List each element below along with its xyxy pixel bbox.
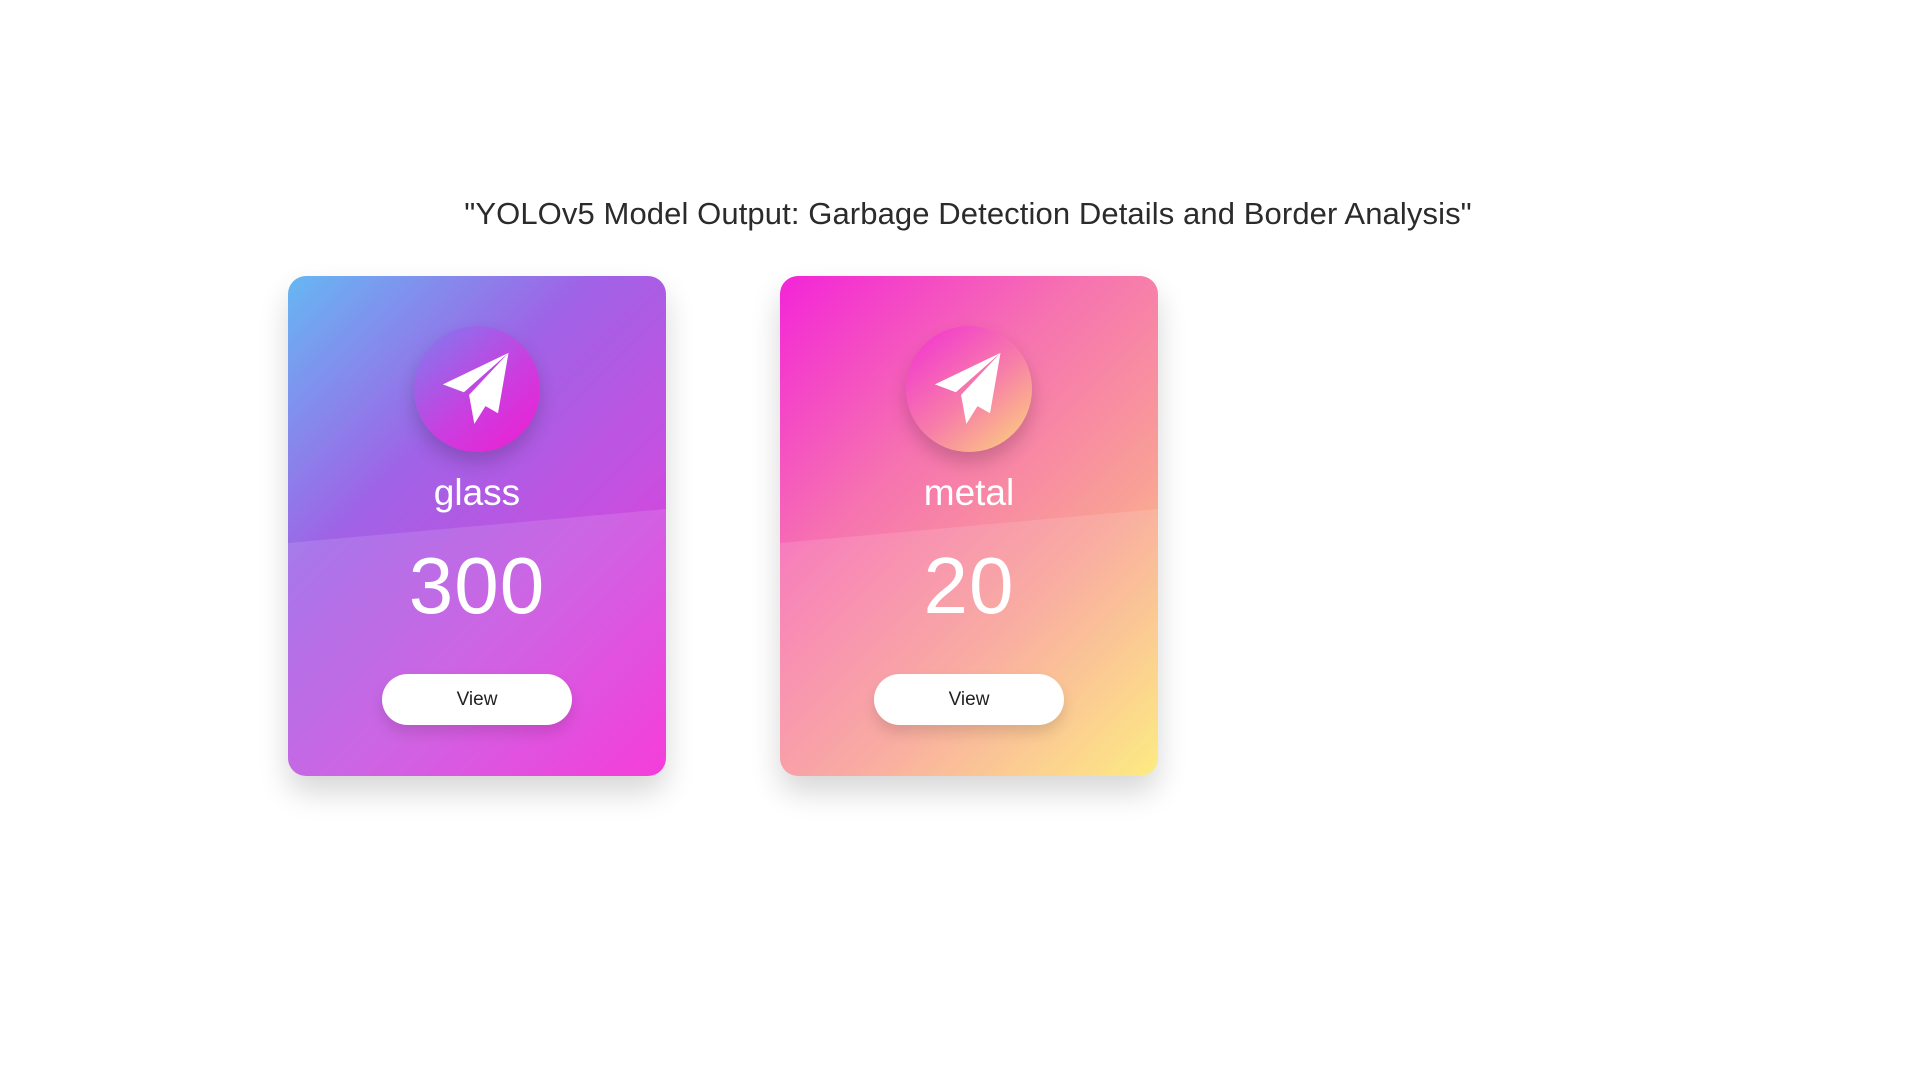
- view-button-glass[interactable]: View: [382, 674, 572, 725]
- card-grid: glass 300 View metal 20 View: [0, 0, 1920, 1080]
- category-card-glass: glass 300 View: [288, 276, 666, 776]
- page: "YOLOv5 Model Output: Garbage Detection …: [0, 0, 1920, 1080]
- card-icon-badge: [414, 326, 540, 452]
- card-icon-badge: [906, 326, 1032, 452]
- card-count-value: 300: [408, 541, 546, 630]
- view-button-metal[interactable]: View: [874, 674, 1064, 725]
- paper-plane-icon: [435, 345, 519, 434]
- paper-plane-icon: [927, 345, 1011, 434]
- category-card-metal: metal 20 View: [780, 276, 1158, 776]
- card-count-value: 20: [923, 541, 1015, 630]
- card-category-label: glass: [433, 472, 521, 513]
- card-category-label: metal: [923, 472, 1015, 513]
